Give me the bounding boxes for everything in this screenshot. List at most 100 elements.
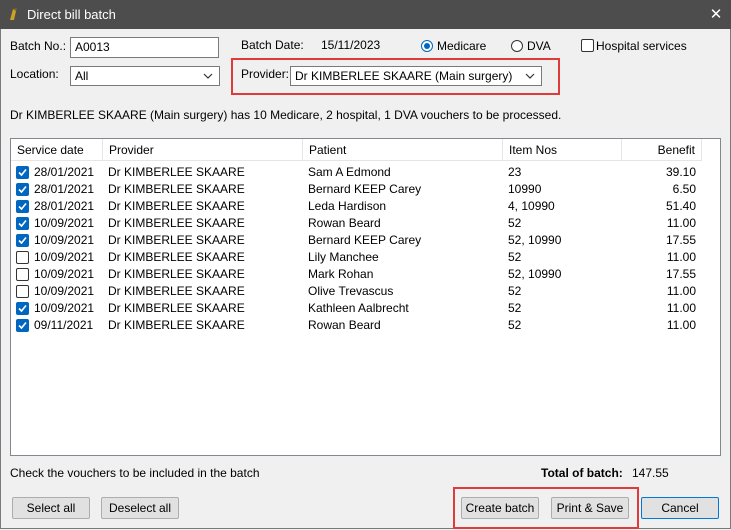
- provider-value: Dr KIMBERLEE SKAARE (Main surgery): [295, 69, 513, 83]
- batch-no-label: Batch No.:: [10, 39, 67, 53]
- dva-radio[interactable]: [511, 40, 523, 52]
- medicare-radio[interactable]: [421, 40, 433, 52]
- chevron-down-icon: [525, 73, 535, 79]
- cell-patient: Lily Manchee: [308, 250, 379, 264]
- dva-radio-label: DVA: [527, 39, 551, 53]
- row-checkbox[interactable]: [16, 319, 29, 332]
- close-icon[interactable]: ✕: [701, 0, 731, 29]
- cell-benefit: 51.40: [665, 199, 696, 213]
- table-row[interactable]: 10/09/2021 Dr KIMBERLEE SKAARE Lily Manche…: [11, 249, 720, 266]
- table-row[interactable]: 09/11/2021 Dr KIMBERLEE SKAARE Rowan Beard…: [11, 317, 720, 334]
- location-dropdown[interactable]: All: [70, 66, 220, 86]
- provider-label: Provider:: [241, 67, 290, 81]
- table-row[interactable]: 10/09/2021 Dr KIMBERLEE SKAARE Mark Rohan 5…: [11, 266, 720, 283]
- cell-service-date: 28/01/2021: [34, 182, 95, 196]
- table-row[interactable]: 28/01/2021 Dr KIMBERLEE SKAARE Leda Hardis…: [11, 198, 720, 215]
- cancel-button[interactable]: Cancel: [641, 497, 719, 519]
- cell-patient: Bernard KEEP Carey: [308, 182, 422, 196]
- cell-item-nos: 52: [508, 250, 522, 264]
- location-label: Location:: [10, 67, 59, 81]
- cell-service-date: 10/09/2021: [34, 284, 95, 298]
- cell-patient: Leda Hardison: [308, 199, 387, 213]
- row-checkbox[interactable]: [16, 200, 29, 213]
- checkmark-icon: [18, 304, 27, 313]
- batch-date-value: 15/11/2023: [321, 38, 381, 52]
- table-row[interactable]: 10/09/2021 Dr KIMBERLEE SKAARE Bernard KEE…: [11, 232, 720, 249]
- chevron-down-icon: [203, 73, 213, 79]
- hospital-services-label: Hospital services: [596, 39, 687, 53]
- table-row[interactable]: 10/09/2021 Dr KIMBERLEE SKAARE Olive Treva…: [11, 283, 720, 300]
- print-save-button[interactable]: Print & Save: [551, 497, 629, 519]
- column-header-service-date[interactable]: Service date: [11, 139, 103, 161]
- cell-provider: Dr KIMBERLEE SKAARE: [108, 267, 245, 281]
- cell-patient: Bernard KEEP Carey: [308, 233, 422, 247]
- cell-service-date: 10/09/2021: [34, 267, 95, 281]
- cell-provider: Dr KIMBERLEE SKAARE: [108, 301, 245, 315]
- row-checkbox[interactable]: [16, 183, 29, 196]
- checkmark-icon: [18, 236, 27, 245]
- title-bar: Direct bill batch ✕: [0, 0, 731, 29]
- table-row[interactable]: 28/01/2021 Dr KIMBERLEE SKAARE Bernard KEE…: [11, 181, 720, 198]
- cell-benefit: 11.00: [666, 284, 696, 298]
- cell-provider: Dr KIMBERLEE SKAARE: [108, 318, 245, 332]
- cell-benefit: 11.00: [666, 301, 696, 315]
- cell-provider: Dr KIMBERLEE SKAARE: [108, 216, 245, 230]
- column-header-provider[interactable]: Provider: [103, 139, 303, 161]
- batch-no-input[interactable]: A0013: [70, 37, 219, 58]
- batch-date-label: Batch Date:: [241, 38, 304, 52]
- total-value: 147.55: [632, 466, 669, 480]
- cell-patient: Sam A Edmond: [308, 165, 391, 179]
- row-checkbox[interactable]: [16, 302, 29, 315]
- medicare-radio-label: Medicare: [437, 39, 487, 53]
- voucher-grid[interactable]: Service date Provider Patient Item Nos B…: [10, 138, 721, 456]
- row-checkbox[interactable]: [16, 234, 29, 247]
- cell-service-date: 28/01/2021: [34, 165, 95, 179]
- cell-service-date: 10/09/2021: [34, 233, 95, 247]
- row-checkbox[interactable]: [16, 217, 29, 230]
- location-value: All: [75, 69, 89, 83]
- cell-patient: Olive Trevascus: [308, 284, 394, 298]
- cell-patient: Rowan Beard: [308, 318, 381, 332]
- cell-item-nos: 52, 10990: [508, 267, 562, 281]
- table-row[interactable]: 10/09/2021 Dr KIMBERLEE SKAARE Rowan Beard…: [11, 215, 720, 232]
- cell-provider: Dr KIMBERLEE SKAARE: [108, 250, 245, 264]
- cell-service-date: 10/09/2021: [34, 250, 95, 264]
- cell-item-nos: 52: [508, 301, 522, 315]
- cell-item-nos: 52, 10990: [508, 233, 562, 247]
- cell-item-nos: 23: [508, 165, 522, 179]
- cell-item-nos: 52: [508, 318, 522, 332]
- checkmark-icon: [18, 219, 27, 228]
- cell-item-nos: 4, 10990: [508, 199, 555, 213]
- row-checkbox[interactable]: [16, 268, 29, 281]
- column-header-benefit[interactable]: Benefit: [622, 139, 702, 161]
- cell-benefit: 11.00: [666, 216, 696, 230]
- cell-patient: Mark Rohan: [308, 267, 374, 281]
- cell-service-date: 10/09/2021: [34, 216, 95, 230]
- cell-service-date: 10/09/2021: [34, 301, 95, 315]
- cell-benefit: 11.00: [666, 250, 696, 264]
- row-checkbox[interactable]: [16, 166, 29, 179]
- cell-provider: Dr KIMBERLEE SKAARE: [108, 165, 245, 179]
- table-row[interactable]: 10/09/2021 Dr KIMBERLEE SKAARE Kathleen Aa…: [11, 300, 720, 317]
- select-all-button[interactable]: Select all: [12, 497, 90, 519]
- column-header-item-nos[interactable]: Item Nos: [503, 139, 622, 161]
- cell-benefit: 6.50: [672, 182, 696, 196]
- total-label: Total of batch:: [541, 466, 623, 480]
- hospital-services-checkbox[interactable]: [581, 39, 594, 52]
- table-row[interactable]: 28/01/2021 Dr KIMBERLEE SKAARE Sam A Edmon…: [11, 164, 720, 181]
- window-title: Direct bill batch: [27, 7, 116, 22]
- row-checkbox[interactable]: [16, 251, 29, 264]
- deselect-all-button[interactable]: Deselect all: [101, 497, 179, 519]
- cell-item-nos: 52: [508, 216, 522, 230]
- cell-provider: Dr KIMBERLEE SKAARE: [108, 233, 245, 247]
- row-checkbox[interactable]: [16, 285, 29, 298]
- checkmark-icon: [18, 185, 27, 194]
- checkmark-icon: [18, 202, 27, 211]
- cell-benefit: 17.55: [665, 233, 696, 247]
- create-batch-button[interactable]: Create batch: [461, 497, 539, 519]
- column-header-patient[interactable]: Patient: [303, 139, 503, 161]
- batch-hint: Check the vouchers to be included in the…: [10, 466, 260, 480]
- cell-service-date: 28/01/2021: [34, 199, 95, 213]
- provider-dropdown[interactable]: Dr KIMBERLEE SKAARE (Main surgery): [290, 66, 542, 86]
- app-icon: [10, 8, 17, 20]
